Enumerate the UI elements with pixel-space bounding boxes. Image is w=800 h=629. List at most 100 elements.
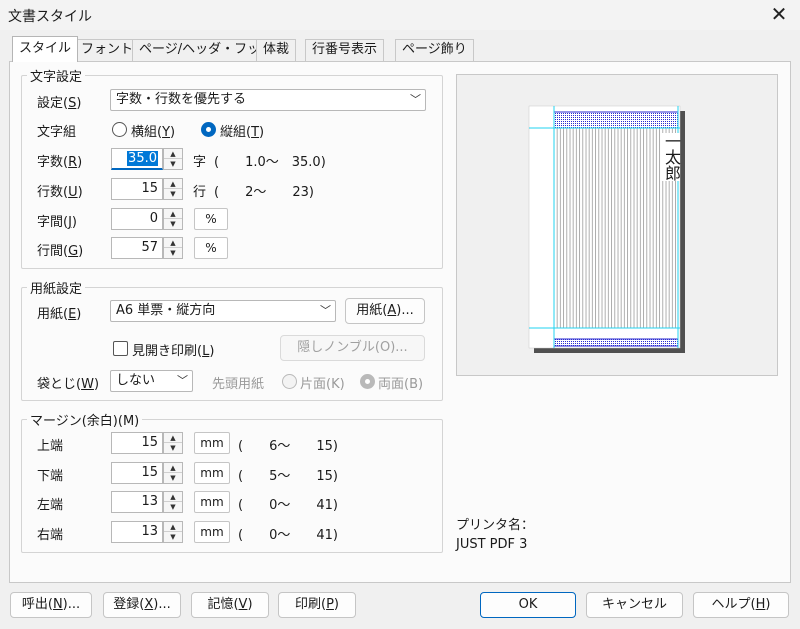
tab-page-decoration[interactable]: ページ飾り	[395, 39, 474, 61]
margin-left-label: 左端	[37, 498, 64, 513]
jikan-spinner[interactable]: ▲ ▼	[163, 208, 183, 230]
gyosu-range: ( 2～ 23)	[214, 185, 314, 200]
gyosu-input[interactable]: 15	[111, 178, 163, 200]
spin-up-icon[interactable]: ▲	[164, 149, 182, 159]
spin-up-icon[interactable]: ▲	[164, 238, 182, 248]
gyosu-label: 行数(U)	[37, 185, 83, 200]
spin-up-icon[interactable]: ▲	[164, 522, 182, 532]
sento-label: 先頭用紙	[212, 377, 265, 392]
spin-down-icon[interactable]: ▼	[164, 443, 182, 453]
printer-name: JUST PDF 3	[456, 537, 528, 552]
jisu-label: 字数(R)	[37, 155, 83, 170]
ryomen-label: 両面(B)	[378, 377, 424, 392]
gyokan-input[interactable]: 57	[111, 237, 163, 259]
spin-up-icon[interactable]: ▲	[164, 209, 182, 219]
title-bar	[0, 0, 800, 30]
preview-sample-text: 一太郎	[662, 133, 681, 181]
jisu-spinner[interactable]: ▲ ▼	[163, 148, 183, 170]
tab-font[interactable]: フォント	[74, 39, 141, 61]
katamen-radio[interactable]	[282, 374, 297, 389]
setting-select[interactable]: 字数・行数を優先する ﹀	[110, 89, 426, 111]
insatsu-button[interactable]: 印刷(P)	[278, 592, 356, 618]
jisu-range: ( 1.0～ 35.0)	[214, 155, 326, 170]
spin-up-icon[interactable]: ▲	[164, 179, 182, 189]
paper-select[interactable]: A6 単票・縦方向 ﹀	[110, 300, 336, 322]
margin-right-label: 右端	[37, 528, 64, 543]
chevron-down-icon: ﹀	[177, 374, 188, 387]
spin-down-icon[interactable]: ▼	[164, 159, 182, 169]
chevron-down-icon: ﹀	[410, 93, 421, 106]
tab-style[interactable]: スタイル	[12, 36, 79, 62]
printer-label: プリンタ名：	[456, 518, 535, 533]
fukuro-select[interactable]: しない ﹀	[110, 370, 193, 392]
tab-teisai[interactable]: 体裁	[256, 39, 297, 61]
spin-up-icon[interactable]: ▲	[164, 492, 182, 502]
kioku-button[interactable]: 記憶(V)	[191, 592, 269, 618]
margin-group	[21, 419, 443, 553]
help-button[interactable]: ヘルプ(H)	[693, 592, 789, 618]
mihiraki-checkbox[interactable]	[113, 341, 128, 356]
spin-up-icon[interactable]: ▲	[164, 463, 182, 473]
hidden-nombre-button[interactable]: 隠しノンブル(O)...	[280, 335, 425, 361]
yokogumi-radio[interactable]	[112, 122, 127, 137]
jisu-unit: 字	[193, 155, 207, 170]
margin-right-range: ( 0～ 41)	[238, 528, 338, 543]
katamen-label: 片面(K)	[300, 377, 345, 392]
tab-line-number[interactable]: 行番号表示	[305, 39, 385, 61]
margin-bottom-unit[interactable]: mm	[194, 462, 230, 484]
margin-left-spinner[interactable]: ▲ ▼	[163, 491, 183, 513]
gyokan-spinner[interactable]: ▲ ▼	[163, 237, 183, 259]
margin-left-unit[interactable]: mm	[194, 491, 230, 513]
window-title: 文書スタイル	[8, 9, 92, 25]
chevron-down-icon: ﹀	[320, 304, 331, 317]
page-preview: 一太郎	[456, 74, 778, 376]
paper-label: 用紙(E)	[37, 307, 82, 322]
gyokan-unit-select[interactable]: %	[194, 237, 228, 259]
setting-label: 設定(S)	[37, 96, 82, 111]
margin-top-unit[interactable]: mm	[194, 432, 230, 454]
spin-down-icon[interactable]: ▼	[164, 248, 182, 258]
cancel-button[interactable]: キャンセル	[586, 592, 683, 618]
moji-group-title: 文字設定	[27, 66, 86, 85]
gyosu-unit: 行	[193, 185, 207, 200]
gyosu-spinner[interactable]: ▲ ▼	[163, 178, 183, 200]
paper-button[interactable]: 用紙(A)...	[345, 298, 425, 324]
jikan-label: 字間(J)	[37, 215, 77, 230]
margin-left-input[interactable]: 13	[111, 491, 163, 513]
margin-group-title: マージン(余白)(M)	[27, 410, 143, 429]
jikan-input[interactable]: 0	[111, 208, 163, 230]
paper-group-title: 用紙設定	[27, 278, 86, 297]
ryomen-radio[interactable]	[360, 374, 375, 389]
spin-up-icon[interactable]: ▲	[164, 433, 182, 443]
tategumi-label: 縦組(T)	[220, 125, 265, 140]
mihiraki-label: 見開き印刷(L)	[132, 344, 215, 359]
margin-top-label: 上端	[37, 439, 64, 454]
margin-top-spinner[interactable]: ▲ ▼	[163, 432, 183, 454]
spin-down-icon[interactable]: ▼	[164, 532, 182, 542]
yobidashi-button[interactable]: 呼出(N)...	[10, 592, 92, 618]
ok-button[interactable]: OK	[480, 592, 576, 618]
margin-top-range: ( 6～ 15)	[238, 439, 338, 454]
margin-right-spinner[interactable]: ▲ ▼	[163, 521, 183, 543]
page-preview-drawing	[528, 105, 685, 353]
margin-bottom-label: 下端	[37, 469, 64, 484]
margin-bottom-range: ( 5～ 15)	[238, 469, 338, 484]
spin-down-icon[interactable]: ▼	[164, 473, 182, 483]
spin-down-icon[interactable]: ▼	[164, 502, 182, 512]
jisu-input[interactable]: 35.0	[111, 148, 163, 170]
fukuro-label: 袋とじ(W)	[37, 377, 100, 392]
margin-bottom-spinner[interactable]: ▲ ▼	[163, 462, 183, 484]
toroku-button[interactable]: 登録(X)...	[103, 592, 181, 618]
margin-bottom-input[interactable]: 15	[111, 462, 163, 484]
gyokan-label: 行間(G)	[37, 244, 84, 259]
margin-top-input[interactable]: 15	[111, 432, 163, 454]
spin-down-icon[interactable]: ▼	[164, 189, 182, 199]
spin-down-icon[interactable]: ▼	[164, 219, 182, 229]
jikan-unit-select[interactable]: %	[194, 208, 228, 230]
mojigumi-label: 文字組	[37, 125, 77, 140]
margin-left-range: ( 0～ 41)	[238, 498, 338, 513]
margin-right-input[interactable]: 13	[111, 521, 163, 543]
margin-right-unit[interactable]: mm	[194, 521, 230, 543]
close-icon[interactable]: ✕	[766, 3, 792, 27]
tategumi-radio[interactable]	[201, 122, 216, 137]
